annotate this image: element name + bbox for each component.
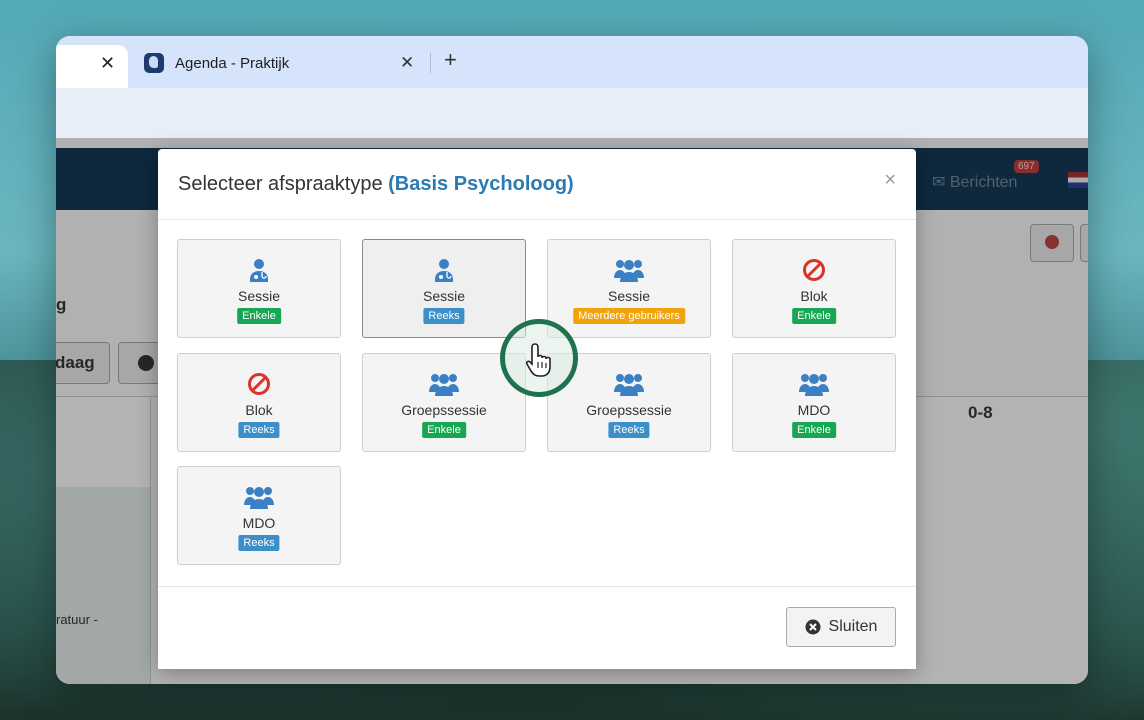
close-button[interactable]: Sluiten — [786, 607, 896, 647]
close-tab-icon[interactable]: ✕ — [400, 53, 414, 73]
tile-badge: Enkele — [237, 308, 281, 324]
close-button-label: Sluiten — [828, 618, 878, 635]
tile-label: MDO — [797, 402, 831, 418]
modal-title: Selecteer afspraaktype (Basis Psycholoog… — [178, 173, 574, 196]
users-icon — [733, 372, 895, 398]
tile-label: Groepssessie — [586, 402, 672, 418]
tile-badge: Enkele — [792, 422, 836, 438]
ban-icon — [733, 258, 895, 284]
users-icon — [178, 485, 340, 511]
tile-badge: Reeks — [238, 535, 280, 551]
previous-tab[interactable]: ✕ — [56, 45, 128, 88]
hand-pointer-icon — [526, 343, 551, 377]
appointment-type-tile[interactable]: MDO Reeks — [177, 466, 341, 565]
close-icon[interactable]: ✕ — [100, 53, 115, 74]
tile-label: MDO — [242, 515, 276, 531]
users-icon — [548, 258, 710, 284]
tab-agenda[interactable]: Agenda - Praktijk ✕ — [128, 45, 426, 88]
user-doctor-icon — [178, 258, 340, 284]
modal-header: Selecteer afspraaktype (Basis Psycholoog… — [158, 149, 916, 220]
tile-label: Sessie — [607, 288, 651, 304]
modal-title-highlight: (Basis Psycholoog) — [388, 173, 574, 195]
tab-bar: ✕ Agenda - Praktijk ✕ + — [56, 36, 1088, 88]
tile-badge: Reeks — [423, 308, 465, 324]
appointment-type-tile[interactable]: Blok Enkele — [732, 239, 896, 338]
appointment-type-tile[interactable]: Sessie Reeks — [362, 239, 526, 338]
tab-title: Agenda - Praktijk — [175, 55, 290, 72]
appointment-type-tile[interactable]: MDO Enkele — [732, 353, 896, 452]
modal-close-icon[interactable]: × — [884, 169, 896, 192]
tile-label: Blok — [800, 288, 828, 304]
appointment-type-tile[interactable]: Blok Reeks — [177, 353, 341, 452]
tile-badge: Enkele — [792, 308, 836, 324]
users-icon — [363, 372, 525, 398]
tile-badge: Reeks — [238, 422, 280, 438]
tile-label: Sessie — [237, 288, 281, 304]
tile-badge: Enkele — [422, 422, 466, 438]
new-tab-button[interactable]: + — [444, 49, 457, 71]
tile-label: Blok — [245, 402, 273, 418]
tile-badge: Meerdere gebruikers — [573, 308, 685, 324]
user-doctor-icon — [363, 258, 525, 284]
appointment-type-modal: Selecteer afspraaktype (Basis Psycholoog… — [158, 149, 916, 669]
favicon-icon — [144, 53, 164, 73]
tile-label: Groepssessie — [401, 402, 487, 418]
appointment-type-tile[interactable]: Sessie Enkele — [177, 239, 341, 338]
tile-label: Sessie — [422, 288, 466, 304]
tile-badge: Reeks — [608, 422, 650, 438]
ban-icon — [178, 372, 340, 398]
modal-title-text: Selecteer afspraaktype — [178, 173, 383, 195]
appointment-type-tile[interactable]: Sessie Meerdere gebruikers — [547, 239, 711, 338]
modal-footer: Sluiten — [158, 586, 916, 670]
address-bar-area — [56, 88, 1088, 138]
times-circle-icon — [805, 619, 821, 635]
tab-separator — [430, 53, 431, 73]
